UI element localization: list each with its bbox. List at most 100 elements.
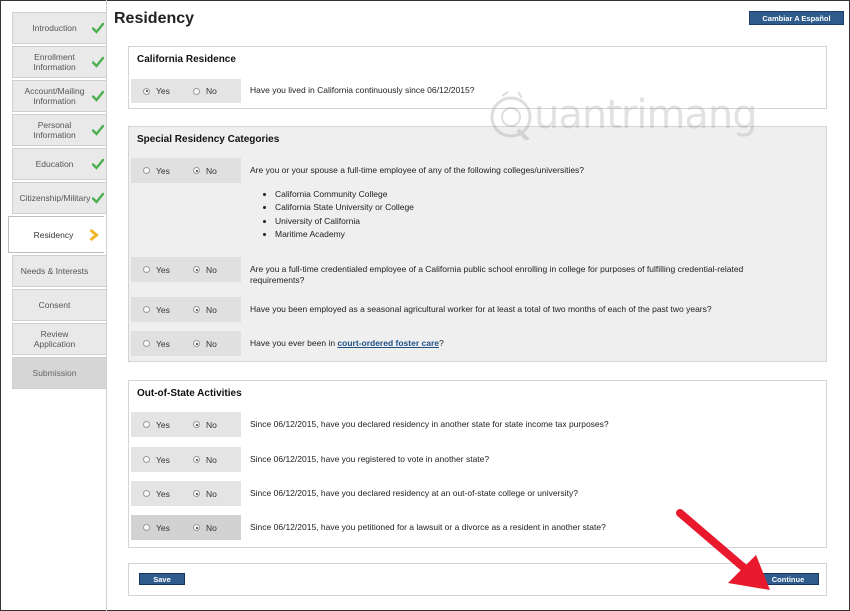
list-item: Maritime Academy [275,228,414,241]
radio-group: Yes No [131,297,241,322]
yes-radio[interactable]: Yes [143,339,170,349]
yes-radio[interactable]: Yes [143,523,170,533]
no-radio[interactable]: No [193,86,217,96]
no-radio[interactable]: No [193,166,217,176]
watermark: uantrimang [488,86,788,146]
sidebar-item-residency[interactable]: Residency [8,216,104,253]
radio-selected-icon [193,490,200,497]
yes-radio[interactable]: Yes [143,305,170,315]
radio-selected-icon [193,266,200,273]
progress-sidebar: Introduction Enrollment Information Acco… [8,12,106,391]
yes-radio[interactable]: Yes [143,265,170,275]
radio-empty-icon [143,524,150,531]
sidebar-item-label: Personal Information [33,120,76,140]
checkmark-icon [92,192,104,204]
section-title: Out-of-State Activities [137,388,242,399]
no-radio[interactable]: No [193,420,217,430]
language-toggle-button[interactable]: Cambiar A Español [749,11,844,25]
watermark-text: uantrimang [534,92,758,138]
special-residency-panel: Special Residency Categories Yes No Are … [128,126,827,362]
no-radio[interactable]: No [193,305,217,315]
list-item: California State University or College [275,201,414,214]
sidebar-item-label: Education [35,159,74,169]
save-button[interactable]: Save [139,573,185,585]
sidebar-item-citizenship[interactable]: Citizenship/Military [12,182,106,214]
checkmark-icon [92,22,104,34]
radio-empty-icon [143,490,150,497]
radio-group: Yes No [131,412,241,437]
sidebar-item-label: Review Application [33,329,76,349]
radio-selected-icon [193,340,200,347]
sidebar-item-label: Introduction [32,23,77,33]
foster-care-link[interactable]: court-ordered foster care [337,338,439,348]
no-radio[interactable]: No [193,455,217,465]
radio-selected-icon [193,456,200,463]
yes-radio[interactable]: Yes [143,420,170,430]
radio-empty-icon [143,306,150,313]
section-title: California Residence [137,54,236,65]
radio-empty-icon [143,456,150,463]
radio-selected-icon [193,421,200,428]
radio-selected-icon [143,87,150,95]
sidebar-item-label: Citizenship/Military [19,193,91,203]
question-text: Are you a full-time credentialed employe… [250,264,744,285]
radio-selected-icon [193,306,200,313]
sidebar-item-consent[interactable]: Consent [12,289,106,321]
checkmark-icon [92,158,104,170]
sidebar-item-education[interactable]: Education [12,148,106,180]
sidebar-item-needs-interests[interactable]: Needs & Interests [12,255,106,287]
yes-radio[interactable]: Yes [143,455,170,465]
sidebar-item-label: Needs & Interests [20,266,89,276]
radio-group: Yes No [131,447,241,472]
no-radio[interactable]: No [193,489,217,499]
chevron-right-icon [89,228,99,241]
question-text: Since 06/12/2015, have you declared resi… [250,419,609,429]
radio-group: Yes No [131,158,241,183]
sidebar-item-label: Consent [38,300,71,310]
sidebar-item-label: Residency [33,229,74,240]
sidebar-item-label: Account/Mailing Information [24,86,85,106]
yes-radio[interactable]: Yes [143,166,170,176]
list-item: University of California [275,215,414,228]
checkmark-icon [92,56,104,68]
sidebar-item-review[interactable]: Review Application [12,323,106,355]
radio-empty-icon [143,421,150,428]
radio-empty-icon [143,167,150,174]
page-title: Residency [114,10,195,27]
college-list: California Community College California … [265,188,414,241]
radio-empty-icon [143,340,150,347]
sidebar-item-label: Enrollment Information [33,52,76,72]
radio-group: Yes No [131,257,241,282]
question-text: Since 06/12/2015, have you petitioned fo… [250,522,606,532]
yes-radio[interactable]: Yes [143,86,170,96]
no-radio[interactable]: No [193,523,217,533]
sidebar-item-enrollment[interactable]: Enrollment Information [12,46,106,78]
sidebar-item-label: Submission [32,368,77,378]
sidebar-item-account-mailing[interactable]: Account/Mailing Information [12,80,106,112]
radio-selected-icon [193,524,200,531]
radio-group: Yes No [131,481,241,506]
yes-radio[interactable]: Yes [143,489,170,499]
question-text: Since 06/12/2015, have you declared resi… [250,488,578,498]
checkmark-icon [92,90,104,102]
radio-group: Yes No [131,515,241,540]
question-text: Have you been employed as a seasonal agr… [250,304,712,314]
question-text: Are you or your spouse a full-time emplo… [250,165,585,175]
checkmark-icon [92,124,104,136]
question-text: Have you lived in California continuousl… [250,85,475,95]
radio-group: Yes No [131,331,241,356]
radio-group: Yes No [131,79,241,103]
sidebar-item-introduction[interactable]: Introduction [12,12,106,44]
no-radio[interactable]: No [193,339,217,349]
sidebar-item-personal[interactable]: Personal Information [12,114,106,146]
radio-empty-icon [193,87,200,95]
red-arrow-annotation-icon [676,509,770,590]
sidebar-item-submission: Submission [12,357,106,389]
no-radio[interactable]: No [193,265,217,275]
list-item: California Community College [275,188,414,201]
section-title: Special Residency Categories [137,134,280,145]
sidebar-divider [106,0,107,611]
radio-empty-icon [143,266,150,273]
question-text: Have you ever been in court-ordered fost… [250,338,444,348]
radio-selected-icon [193,167,200,174]
